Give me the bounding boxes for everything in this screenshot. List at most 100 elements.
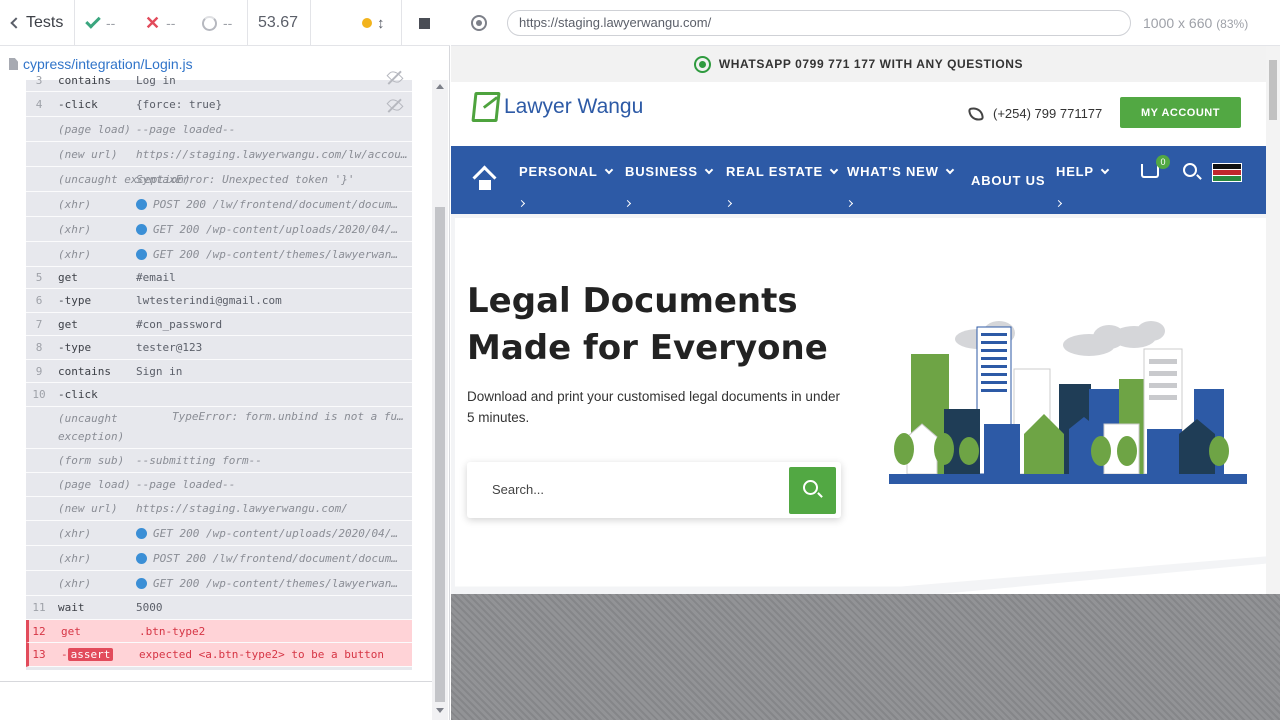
command-message: {force: true} — [136, 98, 408, 111]
phone-number[interactable]: (+254) 799 771177 — [967, 105, 1102, 122]
command-row[interactable]: (page load) --page loaded-- — [26, 473, 412, 497]
nav-help[interactable]: HELP — [1056, 164, 1110, 179]
kenya-flag-icon[interactable] — [1212, 163, 1242, 182]
command-row[interactable]: 7 get #con_password — [26, 313, 412, 336]
command-row[interactable]: (xhr) GET 200 /wp-content/uploads/2020/04… — [26, 521, 412, 546]
tests-back-button[interactable]: Tests — [10, 0, 64, 46]
command-row[interactable]: 4 -click {force: true} — [26, 93, 412, 117]
command-name: (xhr) — [58, 223, 91, 236]
command-number: 6 — [35, 294, 43, 307]
command-row[interactable]: 13 - assert expected <a.btn-type2> to be a … — [26, 643, 412, 667]
command-name-text: (page load) — [58, 123, 131, 136]
hero-headline: Legal Documents Made for Everyone — [467, 281, 828, 368]
aut-toolbar: https://staging.lawyerwangu.com/ 1000 x … — [451, 0, 1280, 46]
command-row[interactable]: (xhr) GET 200 /wp-content/themes/lawyerwa… — [26, 242, 412, 267]
nav-business[interactable]: BUSINESS — [625, 164, 714, 179]
command-row[interactable]: 6 -type lwtesterindi@gmail.com — [26, 289, 412, 313]
command-message: expected <a.btn-type2> to be a button — [139, 648, 411, 661]
command-row[interactable]: (xhr) POST 200 /lw/frontend/document/docu… — [26, 192, 412, 217]
command-message: Sign in — [136, 365, 408, 378]
search-icon[interactable] — [1183, 163, 1197, 177]
command-name-text: get — [58, 318, 78, 331]
command-message: https://staging.lawyerwangu.com/lw/accou… — [136, 148, 408, 161]
viewport-info: 1000 x 660 (83%) — [1143, 15, 1248, 31]
command-name-text: (xhr) — [58, 248, 92, 261]
command-message: POST 200 /lw/frontend/document/docum… — [136, 552, 408, 565]
command-message: --page loaded-- — [136, 123, 408, 136]
nav-real-estate[interactable]: REAL ESTATE — [726, 164, 839, 179]
command-row[interactable]: 5 get #email — [26, 266, 412, 289]
viewport-size: 1000 x 660 — [1143, 15, 1213, 31]
command-name: (uncaught exception) — [58, 410, 128, 446]
command-number: 13 — [32, 648, 46, 661]
command-row[interactable]: 12 get .btn-type2 — [26, 620, 412, 643]
command-row[interactable]: 11 wait 5000 — [26, 596, 412, 620]
divider — [247, 0, 248, 46]
command-row[interactable]: (page load) --page loaded-- — [26, 117, 412, 142]
command-name: (xhr) — [58, 577, 91, 590]
check-icon — [85, 13, 101, 29]
stop-button[interactable] — [419, 0, 430, 46]
command-name: -click — [58, 98, 98, 111]
command-row[interactable]: 3 contains Log in — [26, 68, 412, 92]
chevron-down-icon — [704, 165, 714, 175]
command-row[interactable]: 8 -type tester@123 — [26, 336, 412, 360]
cart-icon[interactable] — [1141, 164, 1159, 178]
command-name-text: (form sub) — [58, 454, 125, 467]
runner-panel: Tests -- ✕ -- -- 53.67 ↕ cypress/integra… — [0, 0, 450, 720]
command-log-scrollbar[interactable] — [432, 80, 448, 720]
chevron-right-icon — [1054, 199, 1063, 208]
logo-icon — [471, 92, 501, 122]
chevron-down-icon — [829, 165, 839, 175]
command-row[interactable]: (xhr) POST 200 /lw/frontend/document/docu… — [26, 546, 412, 571]
command-row[interactable]: (xhr) GET 200 /wp-content/themes/lawyerwa… — [26, 571, 412, 596]
command-message: lwtesterindi@gmail.com — [136, 294, 408, 307]
passed-count: -- — [85, 0, 115, 46]
command-message-text: GET 200 /wp-content/uploads/2020/04/… — [153, 527, 399, 540]
command-row[interactable]: (uncaught exception) TypeError: form.unbi… — [26, 407, 412, 449]
auto-scroll-toggle[interactable]: ↕ — [362, 0, 385, 46]
tests-label: Tests — [26, 14, 64, 31]
command-name-text: get — [61, 625, 81, 638]
command-row[interactable]: 9 contains Sign in — [26, 360, 412, 383]
command-row[interactable]: (xhr) GET 200 /wp-content/uploads/2020/04… — [26, 217, 412, 242]
nav-personal[interactable]: PERSONAL — [519, 164, 613, 179]
command-number: 4 — [35, 98, 43, 111]
command-name: get — [58, 318, 78, 331]
command-name-text: (xhr) — [58, 527, 92, 540]
whatsapp-text: WHATSAPP 0799 771 177 WITH ANY QUESTIONS — [718, 57, 1024, 71]
nav-whats-new[interactable]: WHAT'S NEW — [847, 164, 954, 179]
scroll-down-icon[interactable] — [436, 708, 444, 713]
command-name: (xhr) — [58, 198, 91, 211]
command-row[interactable]: (new url) https://staging.lawyerwangu.com… — [26, 142, 412, 167]
my-account-button[interactable]: MY ACCOUNT — [1120, 97, 1241, 128]
command-row[interactable]: (uncaught exception) SyntaxError: Unexpec… — [26, 167, 412, 192]
command-name-text: wait — [58, 601, 85, 614]
scroll-up-icon[interactable] — [436, 84, 444, 89]
site-logo[interactable]: Lawyer Wangu — [471, 92, 643, 122]
viewport-background — [451, 594, 1280, 720]
command-row[interactable]: (new url) https://staging.lawyerwangu.com… — [26, 497, 412, 521]
command-name-text: (xhr) — [58, 223, 92, 236]
scrollbar-thumb[interactable] — [435, 207, 445, 702]
command-name-text: (xhr) — [58, 198, 92, 211]
command-row[interactable]: 10 -click — [26, 383, 412, 407]
chevron-left-icon — [10, 17, 22, 29]
divider — [401, 0, 402, 46]
command-name-text: get — [58, 271, 78, 284]
command-number: 12 — [32, 625, 46, 638]
url-bar[interactable]: https://staging.lawyerwangu.com/ — [507, 10, 1131, 36]
selector-playground-icon[interactable] — [471, 15, 487, 31]
command-row[interactable]: (form sub) --submitting form-- — [26, 449, 412, 473]
x-icon: ✕ — [145, 12, 161, 33]
home-icon[interactable] — [475, 174, 495, 190]
command-number: 7 — [35, 318, 43, 331]
main-nav: PERSONAL BUSINESS REAL ESTATE WHAT'S NEW… — [451, 146, 1266, 214]
command-message-text: 5000 — [136, 601, 163, 614]
scrollbar-thumb[interactable] — [1269, 60, 1277, 120]
command-number: 9 — [35, 365, 43, 378]
aut-scrollbar[interactable] — [1266, 46, 1280, 594]
nav-about-us[interactable]: ABOUT US — [971, 173, 1045, 188]
search-button[interactable] — [789, 467, 836, 514]
search-input[interactable]: Search... — [492, 482, 544, 497]
